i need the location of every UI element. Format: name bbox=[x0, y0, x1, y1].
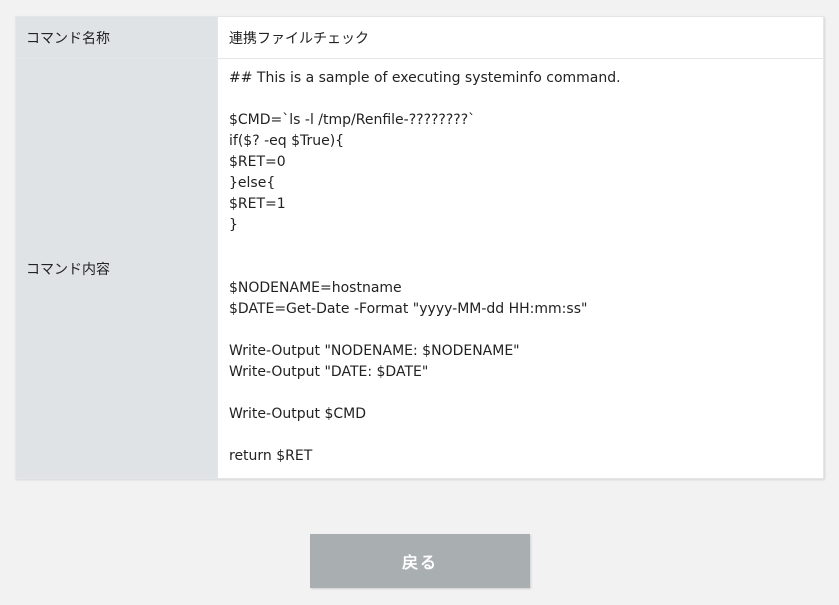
back-button[interactable]: 戻る bbox=[310, 534, 530, 588]
table-row-command-content: コマンド内容 ## This is a sample of executing … bbox=[15, 58, 824, 479]
command-content-script: ## This is a sample of executing systemi… bbox=[229, 70, 621, 464]
table-row-command-name: コマンド名称 連携ファイルチェック bbox=[15, 16, 824, 59]
command-name-label: コマンド名称 bbox=[15, 16, 218, 59]
command-content-label: コマンド内容 bbox=[15, 58, 218, 479]
command-content-cell: ## This is a sample of executing systemi… bbox=[217, 58, 824, 479]
command-detail-page: コマンド名称 連携ファイルチェック コマンド内容 ## This is a sa… bbox=[0, 0, 839, 605]
command-name-value: 連携ファイルチェック bbox=[217, 16, 824, 59]
command-detail-table: コマンド名称 連携ファイルチェック コマンド内容 ## This is a sa… bbox=[15, 16, 824, 479]
